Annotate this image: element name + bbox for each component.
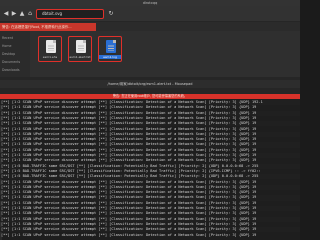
file-item[interactable]: esm1.ehs — [38, 36, 62, 62]
root-warning-text: 警告: 在這裡是運行Root, 不推薦執行此操作... — [2, 25, 72, 29]
file-manager-toolbar: ◀ ▶ ▲ ⌂ dbtoit.svg ↻ — [0, 6, 300, 22]
sidebar-item[interactable]: Desktop — [2, 51, 28, 57]
editor-root-warning-text: 警告: 您正在使用root帳戶, 您可能會傷害您的系統。 — [112, 94, 188, 98]
file-name: esm1.log — [99, 55, 121, 59]
editor-text-area[interactable]: [**] [1:2 SCAN UPnP service discover att… — [0, 100, 300, 240]
file-item-selected[interactable]: esm1.log — [98, 36, 122, 62]
sidebar-item[interactable]: Downloads — [2, 67, 28, 73]
sidebar-item-label: Home — [2, 44, 12, 48]
sidebar-item[interactable]: Documents — [2, 59, 28, 65]
up-icon[interactable]: ▲ — [19, 10, 25, 18]
address-bar[interactable]: dbtoit.svg — [36, 9, 104, 19]
refresh-icon[interactable]: ↻ — [108, 10, 114, 18]
document-icon — [76, 40, 86, 53]
root-warning-bar: 警告: 在這裡是運行Root, 不推薦執行此操作... — [0, 23, 96, 31]
home-icon[interactable]: ⌂ — [27, 10, 33, 18]
editor-title: /home/用家/dbtoit/org/esm1.alert.txt - Mou… — [107, 82, 193, 86]
file-name: esm1.alert.txt — [69, 55, 91, 59]
editor-line[interactable]: [**] [1:1 SCAN UPnP service discover att… — [0, 233, 300, 238]
sidebar-item-label: Recent — [2, 36, 14, 40]
file-name: esm1.ehs — [42, 55, 58, 59]
forward-icon[interactable]: ▶ — [11, 10, 17, 18]
sidebar-item-label: Documents — [2, 60, 21, 64]
sidebar: Recent Home Desktop Documents Downloads — [0, 33, 30, 78]
sidebar-item-label: Downloads — [2, 68, 20, 72]
sidebar-item[interactable]: Recent — [2, 35, 28, 41]
editor-titlebar[interactable]: /home/用家/dbtoit/org/esm1.alert.txt - Mou… — [0, 80, 300, 88]
sidebar-item[interactable]: Home — [2, 43, 28, 49]
editor-root-warning: 警告: 您正在使用root帳戶, 您可能會傷害您的系統。 — [0, 94, 300, 99]
file-manager-window: dlrotxqq ◀ ▶ ▲ ⌂ dbtoit.svg ↻ 警告: 在這裡是運行… — [0, 0, 300, 80]
text-editor-window: /home/用家/dbtoit/org/esm1.alert.txt - Mou… — [0, 80, 300, 240]
back-icon[interactable]: ◀ — [3, 10, 9, 18]
document-icon — [106, 40, 116, 53]
file-grid: esm1.ehs esm1.alert.txt esm1.log — [30, 31, 300, 77]
document-icon — [46, 40, 56, 53]
sidebar-item-label: Desktop — [2, 52, 16, 56]
file-item[interactable]: esm1.alert.txt — [68, 36, 92, 62]
address-text: dbtoit.svg — [42, 11, 63, 16]
editor-line-text: [**] [1:1 SCAN UPnP service discover att… — [1, 232, 257, 237]
